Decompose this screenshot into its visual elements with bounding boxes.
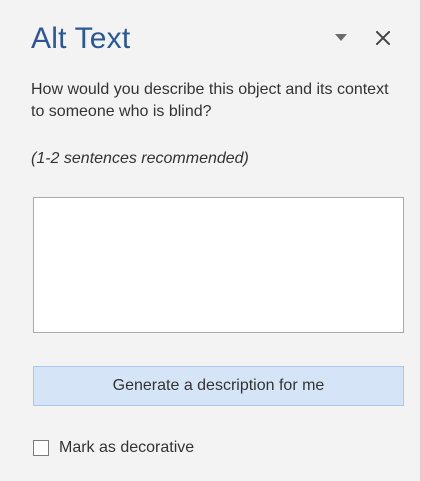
- pane-options-button[interactable]: [327, 24, 355, 52]
- alt-text-pane: Alt Text How would you describe this obj…: [0, 0, 421, 481]
- mark-decorative-checkbox[interactable]: [33, 440, 49, 456]
- generate-description-label: Generate a description for me: [112, 377, 325, 394]
- sentence-hint: (1-2 sentences recommended): [31, 150, 249, 167]
- alt-text-input[interactable]: [33, 197, 404, 333]
- pane-title: Alt Text: [31, 22, 131, 55]
- description-prompt: How would you describe this object and i…: [31, 81, 389, 120]
- mark-decorative-label: Mark as decorative: [59, 439, 195, 456]
- chevron-down-icon: [335, 34, 347, 41]
- pane-title-actions: [327, 24, 397, 52]
- generate-description-button[interactable]: Generate a description for me: [33, 366, 404, 406]
- mark-decorative-row[interactable]: Mark as decorative: [33, 436, 194, 460]
- close-icon: [376, 31, 390, 45]
- close-pane-button[interactable]: [369, 24, 397, 52]
